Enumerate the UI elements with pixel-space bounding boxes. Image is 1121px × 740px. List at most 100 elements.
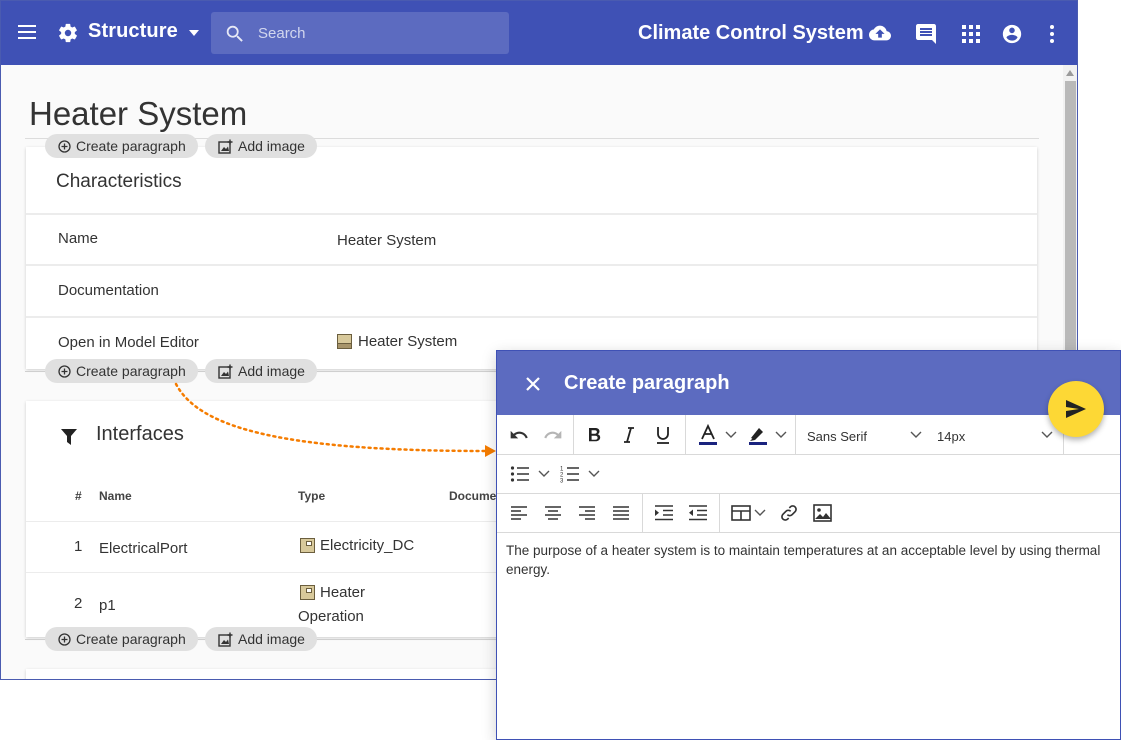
add-photo-icon <box>218 632 233 647</box>
chevron-down-icon[interactable] <box>538 469 550 479</box>
italic-icon[interactable] <box>621 426 637 444</box>
comment-icon[interactable] <box>914 22 938 46</box>
close-icon[interactable] <box>524 375 542 393</box>
column-header-name[interactable]: Name <box>99 489 132 503</box>
table-icon[interactable] <box>731 505 751 521</box>
column-header-type[interactable]: Type <box>298 489 325 503</box>
apps-grid-icon[interactable] <box>961 24 981 44</box>
toolbar-separator <box>685 415 686 455</box>
row-type-label: Electricity_DC <box>320 537 415 554</box>
section-title-interfaces: Interfaces <box>96 423 184 445</box>
numbered-list-icon[interactable]: 1 2 3 <box>560 465 580 483</box>
row-divider <box>26 316 1037 318</box>
row-index: 1 <box>74 538 83 555</box>
project-title: Climate Control System <box>638 22 864 44</box>
toolbar-separator <box>795 415 796 455</box>
row-type[interactable]: Heater <box>300 581 365 605</box>
bulleted-list-icon[interactable] <box>510 465 530 483</box>
link-icon[interactable] <box>779 503 799 523</box>
model-editor-link-label: Heater System <box>358 333 458 350</box>
text-color-icon[interactable] <box>697 424 719 446</box>
highlight-color-icon[interactable] <box>747 424 769 446</box>
bold-icon[interactable] <box>586 426 604 444</box>
prop-value-name[interactable]: Heater System <box>337 232 436 249</box>
create-paragraph-label: Create paragraph <box>76 631 186 647</box>
page-title: Heater System <box>29 95 248 132</box>
caret-down-icon[interactable] <box>187 27 201 39</box>
outdent-icon[interactable] <box>688 505 708 521</box>
cloud-upload-icon[interactable] <box>866 22 894 44</box>
account-icon[interactable] <box>1001 23 1023 45</box>
align-right-icon[interactable] <box>578 505 596 521</box>
create-paragraph-label: Create paragraph <box>76 363 186 379</box>
add-photo-icon <box>218 139 233 154</box>
element-icon <box>300 538 315 553</box>
prop-label-documentation: Documentation <box>58 282 159 299</box>
dialog-title: Create paragraph <box>564 372 730 394</box>
app-name[interactable]: Structure <box>88 20 178 43</box>
svg-text:3: 3 <box>560 479 564 484</box>
app-bar: Structure Search Climate Control System <box>1 1 1077 65</box>
indent-icon[interactable] <box>654 505 674 521</box>
column-header-index[interactable]: # <box>75 489 82 503</box>
row-name: p1 <box>99 597 116 614</box>
more-vertical-icon[interactable] <box>1047 23 1057 45</box>
search-bar[interactable]: Search <box>211 12 509 54</box>
align-center-icon[interactable] <box>544 505 562 521</box>
row-divider <box>26 264 1037 266</box>
send-button[interactable] <box>1048 381 1104 437</box>
chevron-down-icon[interactable] <box>754 508 766 518</box>
create-paragraph-label: Create paragraph <box>76 138 186 154</box>
align-left-icon[interactable] <box>510 505 528 521</box>
gear-icon <box>59 23 77 43</box>
editor-toolbar-row: Sans Serif 14px <box>497 415 1120 455</box>
search-icon <box>226 25 243 42</box>
search-input[interactable]: Search <box>258 25 306 42</box>
row-type-line: Operation <box>298 608 364 625</box>
scroll-up-arrow-icon[interactable] <box>1066 70 1074 76</box>
prop-value-name-text: Heater System <box>337 232 437 249</box>
characteristics-card: Characteristics Name Heater System Docum… <box>26 147 1037 369</box>
chevron-down-icon[interactable] <box>910 430 922 440</box>
element-icon <box>300 585 315 600</box>
add-image-button[interactable]: Add image <box>205 134 317 158</box>
row-type[interactable]: Electricity_DC <box>300 534 414 558</box>
section-title-characteristics: Characteristics <box>56 171 182 192</box>
create-paragraph-button[interactable]: Create paragraph <box>45 627 198 651</box>
chevron-down-icon[interactable] <box>725 430 737 440</box>
create-paragraph-button[interactable]: Create paragraph <box>45 134 198 158</box>
add-circle-icon <box>58 632 71 646</box>
create-paragraph-dialog: Create paragraph Sans Serif 14px 1 2 3 T… <box>496 350 1121 740</box>
create-paragraph-button[interactable]: Create paragraph <box>45 359 198 383</box>
add-photo-icon <box>218 364 233 379</box>
insert-image-icon[interactable] <box>813 504 833 522</box>
send-icon <box>1066 400 1086 418</box>
editor-text-area[interactable]: The purpose of a heater system is to mai… <box>506 541 1106 579</box>
add-image-button[interactable]: Add image <box>205 627 317 651</box>
chevron-down-icon[interactable] <box>1041 430 1053 440</box>
row-type-label: Heater <box>320 581 365 605</box>
add-image-label: Add image <box>238 631 305 647</box>
open-model-editor-link[interactable]: Heater System <box>337 333 457 350</box>
row-index: 2 <box>74 595 83 612</box>
add-circle-icon <box>58 139 71 153</box>
menu-icon[interactable] <box>16 23 38 41</box>
font-family-select[interactable]: Sans Serif <box>807 429 867 444</box>
filter-icon[interactable] <box>60 428 78 446</box>
element-icon <box>337 334 352 349</box>
add-image-label: Add image <box>238 363 305 379</box>
chevron-down-icon[interactable] <box>775 430 787 440</box>
dialog-header: Create paragraph <box>497 351 1120 415</box>
undo-icon[interactable] <box>509 425 529 445</box>
redo-icon[interactable] <box>543 425 563 445</box>
underline-icon[interactable] <box>654 425 672 445</box>
chevron-down-icon[interactable] <box>588 469 600 479</box>
editor-toolbar-row: 1 2 3 <box>497 455 1120 494</box>
row-type-line: Heater <box>320 584 366 601</box>
toolbar-separator <box>719 494 720 533</box>
add-image-button[interactable]: Add image <box>205 359 317 383</box>
font-size-select[interactable]: 14px <box>937 429 965 444</box>
prop-label-model-editor: Open in Model Editor <box>58 334 199 351</box>
align-justify-icon[interactable] <box>612 505 630 521</box>
toolbar-separator <box>642 494 643 533</box>
